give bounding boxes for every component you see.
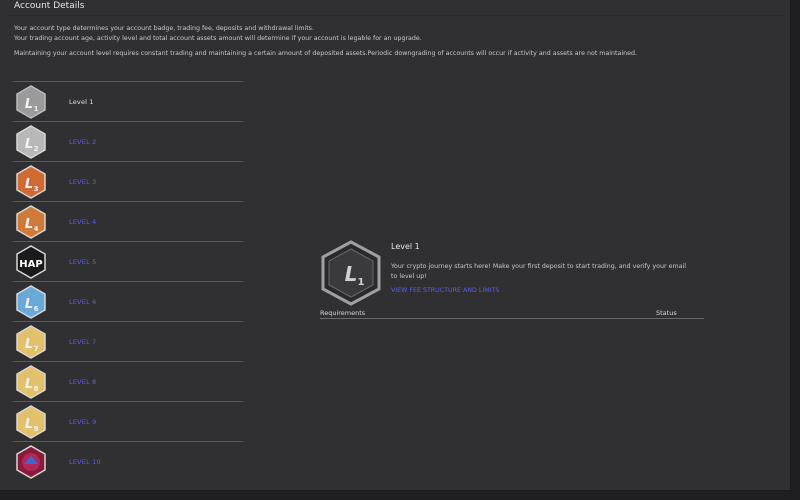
svg-text:L: L — [25, 297, 33, 312]
svg-text:4: 4 — [34, 225, 39, 233]
svg-text:L: L — [25, 177, 33, 192]
level-1-large-badge-icon: L 1 — [320, 240, 382, 306]
account-details-panel: Account Details Your account type determ… — [0, 0, 791, 491]
svg-text:L: L — [25, 417, 33, 432]
level-row-label: LEVEL 3 — [69, 177, 97, 186]
page-title: Account Details — [14, 1, 85, 11]
level-row-label: LEVEL 6 — [69, 297, 97, 306]
level-row-label: LEVEL 5 — [69, 257, 97, 266]
level-6-badge-icon: L6 — [13, 284, 49, 320]
svg-text:2: 2 — [34, 145, 39, 153]
svg-text:9: 9 — [34, 425, 39, 433]
level-row-4[interactable]: L 4 LEVEL 4 — [13, 202, 243, 242]
level-row-label: LEVEL 2 — [69, 137, 97, 146]
level-row-label: Level 1 — [69, 97, 94, 106]
level-7-badge-icon: L7 — [13, 324, 49, 360]
svg-text:1: 1 — [358, 277, 365, 288]
level-row-2[interactable]: L 2 LEVEL 2 — [13, 122, 243, 162]
svg-text:L: L — [25, 337, 33, 352]
level-row-3[interactable]: L 3 LEVEL 3 — [13, 162, 243, 202]
level-10-badge-icon — [13, 444, 49, 480]
level-5-badge-icon: HAP — [13, 244, 49, 280]
status-column-header: Status — [656, 309, 677, 317]
level-1-badge-icon: L1 — [13, 84, 49, 120]
svg-text:6: 6 — [34, 305, 39, 313]
svg-text:L: L — [345, 262, 358, 286]
level-row-label: LEVEL 8 — [69, 377, 97, 386]
level-9-badge-icon: L9 — [13, 404, 49, 440]
level-list: L 1 Level 1 L 2 LEVEL 2 L 3 LEVEL 3 L 4 LEVEL 4 HAP L… — [13, 81, 243, 481]
level-row-6[interactable]: L 6 LEVEL 6 — [13, 282, 243, 322]
level-8-badge-icon: L8 — [13, 364, 49, 400]
svg-text:HAP: HAP — [19, 259, 42, 270]
level-row-5[interactable]: HAP LEVEL 5 — [13, 242, 243, 282]
title-divider — [8, 15, 782, 16]
svg-text:L: L — [25, 217, 33, 232]
view-fee-structure-link[interactable]: VIEW FEE STRUCTURE AND LIMITS — [391, 287, 499, 294]
level-row-label: LEVEL 7 — [69, 337, 97, 346]
level-row-10[interactable]: LEVEL 10 — [13, 442, 243, 481]
svg-text:L: L — [25, 377, 33, 392]
level-row-7[interactable]: L 7 LEVEL 7 — [13, 322, 243, 362]
level-row-label: LEVEL 9 — [69, 417, 97, 426]
level-detail-description: Your crypto journey starts here! Make yo… — [391, 263, 686, 280]
svg-text:7: 7 — [34, 345, 39, 353]
level-3-badge-icon: L3 — [13, 164, 49, 200]
requirements-column-header: Requirements — [320, 309, 366, 317]
level-detail-title: Level 1 — [391, 242, 420, 251]
level-2-badge-icon: L2 — [13, 124, 49, 160]
svg-text:1: 1 — [34, 105, 39, 113]
description-line-1: Your account type determines your accoun… — [14, 25, 314, 32]
requirements-table-header: Requirements Status — [320, 309, 704, 319]
level-row-label: LEVEL 10 — [69, 457, 101, 466]
svg-text:L: L — [25, 137, 33, 152]
level-4-badge-icon: L4 — [13, 204, 49, 240]
description-line-3: Maintaining your account level requires … — [14, 50, 637, 57]
level-row-1[interactable]: L 1 Level 1 — [13, 82, 243, 122]
description-line-2: Your trading account age, activity level… — [14, 35, 422, 42]
level-row-9[interactable]: L 9 LEVEL 9 — [13, 402, 243, 442]
svg-text:L: L — [25, 97, 33, 112]
level-row-label: LEVEL 4 — [69, 217, 97, 226]
svg-text:8: 8 — [34, 385, 39, 393]
level-row-8[interactable]: L 8 LEVEL 8 — [13, 362, 243, 402]
svg-text:3: 3 — [34, 185, 39, 193]
